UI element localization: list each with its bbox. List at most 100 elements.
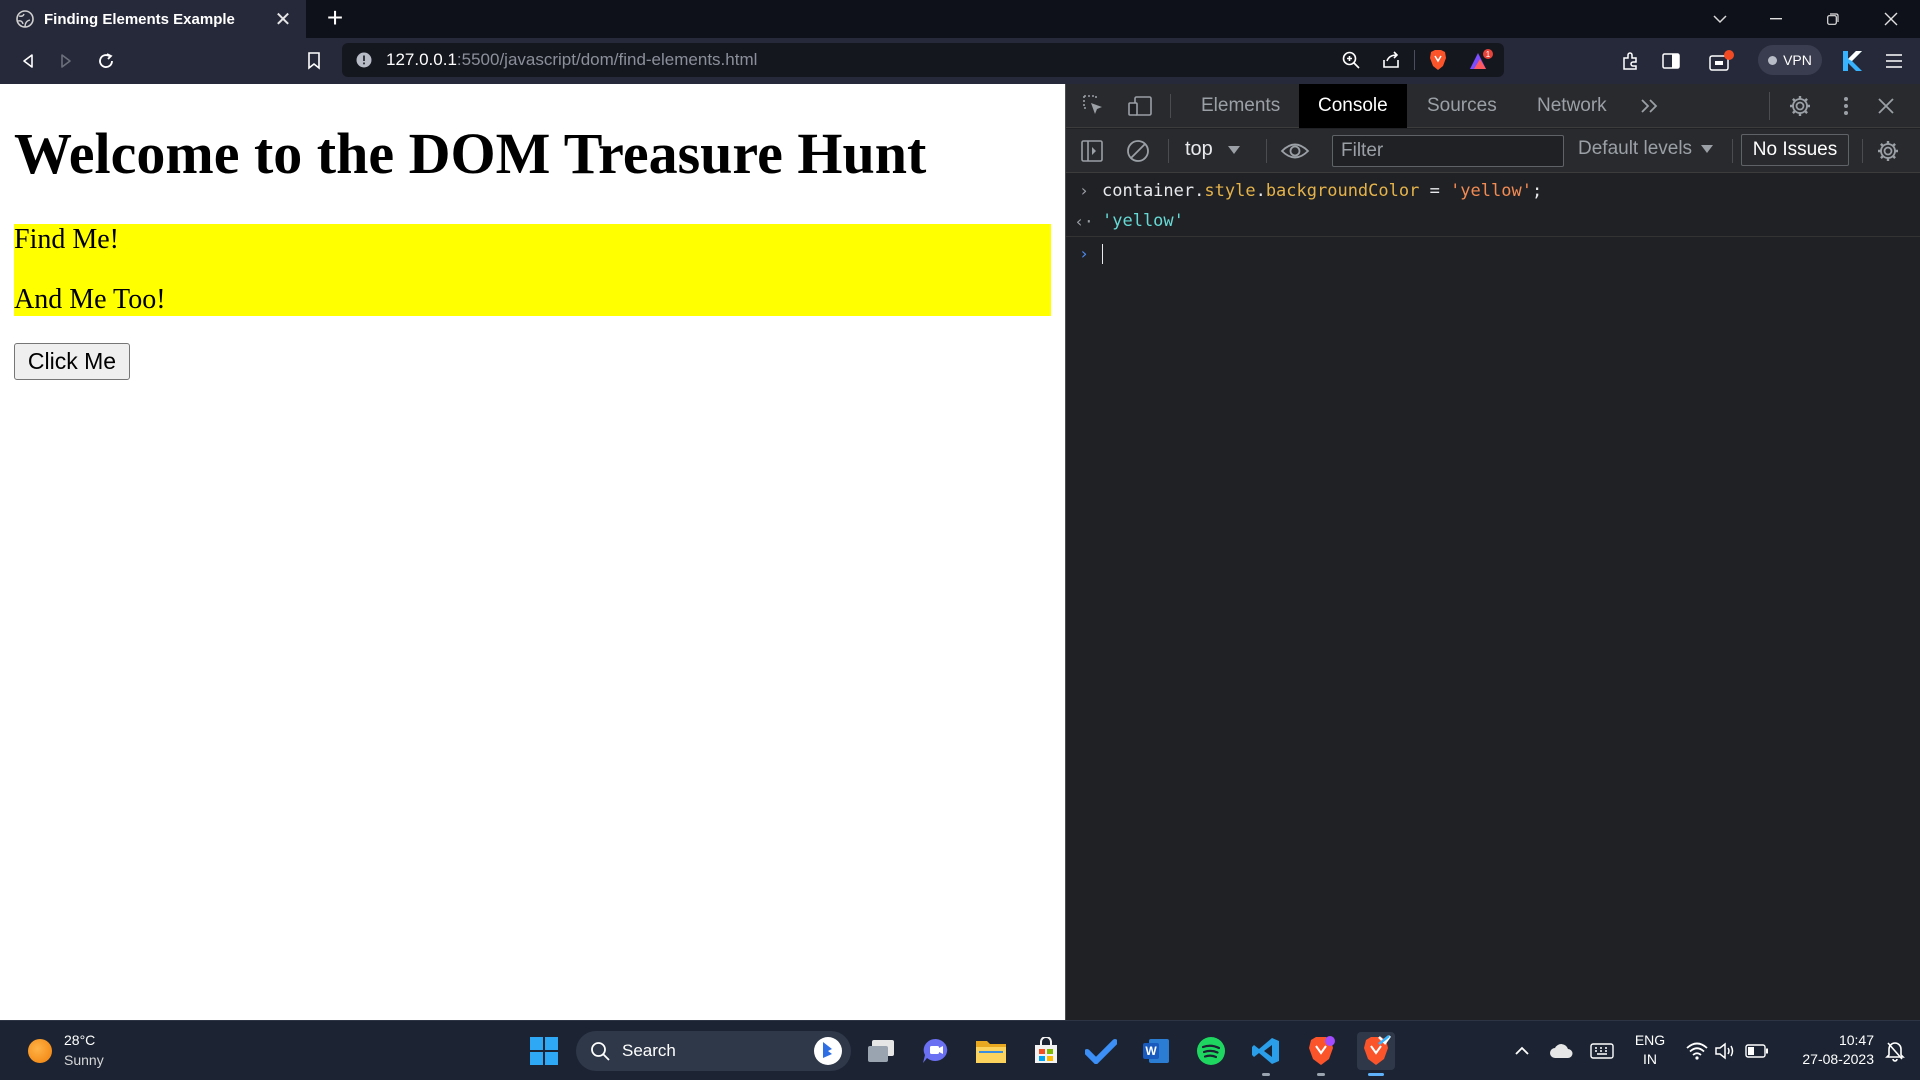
url-path: :5500/javascript/dom/find-elements.html — [456, 50, 758, 69]
taskbar-search-box[interactable]: Search — [576, 1031, 851, 1071]
search-label: Search — [622, 1041, 676, 1060]
settings-gear-icon[interactable] — [1786, 92, 1814, 120]
brave-shields-icon[interactable] — [1428, 49, 1448, 71]
weather-condition[interactable]: Sunny — [64, 1052, 104, 1068]
click-me-button[interactable]: Click Me — [14, 343, 130, 380]
sidebar-toggle-icon[interactable] — [1657, 47, 1685, 75]
site-info-icon[interactable] — [356, 52, 372, 68]
menu-hamburger-icon[interactable] — [1880, 47, 1908, 75]
region-code: IN — [1643, 1051, 1657, 1067]
todo-check-icon[interactable] — [1082, 1032, 1120, 1070]
context-label: top — [1185, 138, 1213, 160]
close-window-button[interactable] — [1862, 0, 1920, 38]
back-icon[interactable] — [14, 47, 42, 75]
word-icon[interactable]: W — [1137, 1032, 1175, 1070]
teams-chat-icon[interactable] — [917, 1032, 955, 1070]
notifications-bell-icon[interactable] — [1878, 1032, 1912, 1070]
page-heading: Welcome to the DOM Treasure Hunt — [14, 121, 927, 186]
vpn-button[interactable]: VPN — [1758, 45, 1822, 75]
tab-elements[interactable]: Elements — [1182, 84, 1299, 128]
log-levels-dropdown[interactable]: Default levels — [1578, 138, 1714, 160]
log-levels-label: Default levels — [1578, 138, 1693, 159]
forward-icon[interactable] — [52, 47, 80, 75]
paragraph-and-me-too: And Me Too! — [14, 284, 166, 315]
code-property: backgroundColor — [1265, 180, 1420, 201]
page-viewport: Welcome to the DOM Treasure Hunt Find Me… — [0, 84, 1065, 1020]
bookmark-icon[interactable] — [300, 47, 328, 75]
tab-console[interactable]: Console — [1299, 84, 1407, 128]
brave-rewards-icon[interactable]: 1 — [1468, 49, 1494, 71]
rewards-badge: 1 — [1486, 50, 1491, 59]
active-indicator — [1368, 1073, 1384, 1076]
browser-tab-active[interactable]: Finding Elements Example ✕ — [0, 0, 306, 38]
devtools-tab-bar: Elements Console Sources Network — [1066, 84, 1920, 128]
windows-taskbar: 28°C Sunny Search W ENG IN 10:47 27-08-2… — [0, 1020, 1920, 1080]
code-operator: = — [1419, 180, 1451, 201]
code-object: container — [1102, 180, 1195, 201]
tab-close-icon[interactable]: ✕ — [272, 7, 294, 32]
input-prompt-icon: › — [1079, 181, 1089, 200]
microsoft-store-icon[interactable] — [1027, 1032, 1065, 1070]
volume-icon[interactable] — [1710, 1032, 1740, 1070]
task-view-icon[interactable] — [862, 1032, 900, 1070]
vscode-icon[interactable] — [1247, 1032, 1285, 1076]
console-result-value: 'yellow' — [1102, 211, 1184, 231]
show-sidebar-icon[interactable] — [1078, 137, 1106, 165]
code-semicolon: ; — [1531, 180, 1543, 201]
new-tab-button[interactable]: + — [320, 4, 350, 34]
start-windows-icon[interactable] — [525, 1032, 563, 1070]
wifi-icon[interactable] — [1680, 1032, 1714, 1070]
keyboard-icon[interactable] — [1585, 1032, 1619, 1070]
bing-chat-icon[interactable] — [813, 1036, 843, 1066]
restore-button[interactable] — [1804, 0, 1862, 38]
minimize-button[interactable] — [1748, 0, 1804, 38]
extensions-icon[interactable] — [1616, 47, 1644, 75]
brave-browser-icon[interactable] — [1302, 1032, 1340, 1076]
result-arrow-icon: ‹· — [1074, 211, 1094, 231]
spotify-icon[interactable] — [1192, 1032, 1230, 1070]
sun-weather-icon[interactable] — [28, 1039, 52, 1063]
file-explorer-icon[interactable] — [972, 1032, 1010, 1070]
more-options-kebab-icon[interactable] — [1832, 92, 1860, 120]
console-prompt[interactable]: › — [1066, 238, 1920, 269]
address-bar[interactable]: 127.0.0.1:5500/javascript/dom/find-eleme… — [342, 43, 1504, 77]
close-devtools-icon[interactable] — [1872, 92, 1900, 120]
tab-title: Finding Elements Example — [44, 10, 235, 28]
globe-icon — [16, 10, 34, 28]
code-dot: . — [1255, 180, 1266, 201]
context-selector[interactable]: top — [1185, 138, 1241, 161]
language-indicator[interactable]: ENG IN — [1624, 1031, 1676, 1069]
paragraph-find-me: Find Me! — [14, 224, 119, 255]
live-expression-eye-icon[interactable] — [1276, 137, 1314, 165]
profile-avatar-icon[interactable] — [1838, 47, 1866, 75]
tab-search-chevron-icon[interactable] — [1692, 0, 1748, 38]
weather-temperature[interactable]: 28°C — [64, 1032, 95, 1048]
tab-network[interactable]: Network — [1518, 84, 1626, 128]
inspect-element-icon[interactable] — [1080, 92, 1108, 120]
issues-button[interactable]: No Issues — [1741, 134, 1849, 166]
url-text: 127.0.0.1:5500/javascript/dom/find-eleme… — [386, 50, 757, 70]
device-toolbar-icon[interactable] — [1126, 92, 1154, 120]
console-input-line: › container. style. backgroundColor = 'yel… — [1066, 175, 1920, 206]
toolbar-divider — [1862, 139, 1863, 163]
share-icon[interactable] — [1382, 51, 1400, 69]
clock[interactable]: 10:47 27-08-2023 — [1778, 1031, 1874, 1069]
zoom-icon[interactable] — [1342, 51, 1360, 69]
console-settings-gear-icon[interactable] — [1874, 137, 1902, 165]
reload-icon[interactable] — [92, 47, 120, 75]
vpn-label: VPN — [1783, 52, 1812, 68]
tab-sources[interactable]: Sources — [1408, 84, 1516, 128]
more-tabs-chevron-icon[interactable] — [1636, 92, 1664, 120]
clear-console-icon[interactable] — [1124, 137, 1152, 165]
onedrive-cloud-icon[interactable] — [1544, 1032, 1578, 1070]
console-filter-input[interactable]: Filter — [1332, 135, 1564, 167]
running-indicator — [1262, 1073, 1270, 1076]
toolbar-divider — [1170, 94, 1171, 118]
code-dot: . — [1194, 180, 1205, 201]
show-hidden-icons-chevron[interactable] — [1505, 1032, 1539, 1070]
wallet-icon[interactable] — [1708, 47, 1736, 75]
battery-icon[interactable] — [1740, 1032, 1774, 1070]
dropdown-arrow-icon — [1701, 144, 1714, 153]
brave-dev-active-icon[interactable] — [1357, 1032, 1395, 1076]
search-icon — [591, 1042, 610, 1061]
